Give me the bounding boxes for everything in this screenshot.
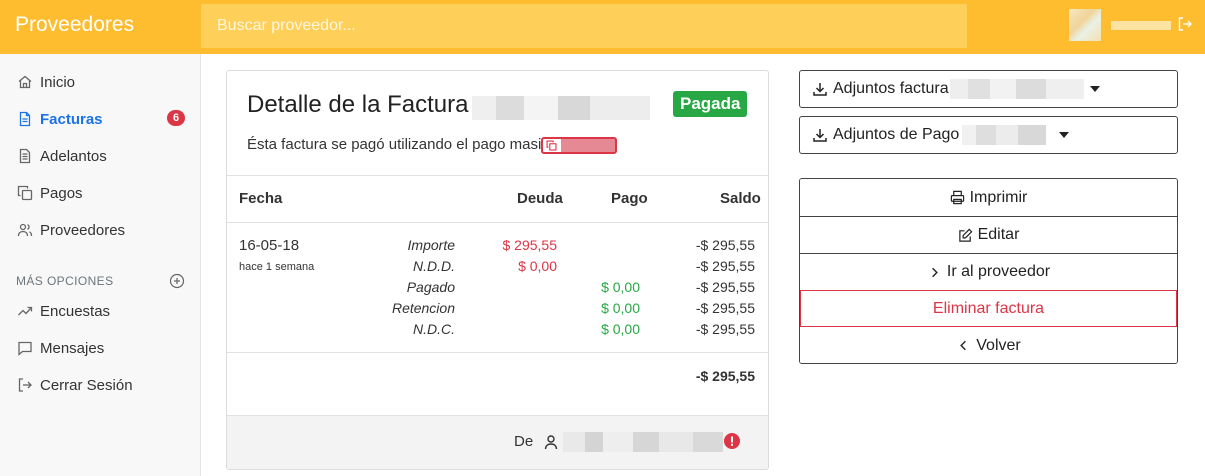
mass-payment-note: Ésta factura se pagó utilizando el pago … <box>247 136 558 153</box>
copy-icon <box>17 185 33 201</box>
row-payment: $ 0,00 <box>601 300 640 316</box>
divider <box>227 222 768 223</box>
page-title: Detalle de la Factura <box>247 91 469 118</box>
row-label: N.D.D. <box>413 258 455 274</box>
print-button[interactable]: Imprimir <box>800 179 1177 216</box>
download-icon <box>813 83 827 96</box>
row-label: Importe <box>407 237 455 253</box>
column-header-payment: Pago <box>611 190 648 207</box>
top-bar: Proveedores <box>0 0 1205 54</box>
button-label: Eliminar factura <box>932 299 1045 317</box>
delete-invoice-button[interactable]: Eliminar factura <box>800 290 1177 327</box>
chevron-right-icon <box>932 267 938 277</box>
payment-attachments-dropdown[interactable]: Adjuntos de Pago <box>799 116 1178 154</box>
logout-icon <box>18 378 32 392</box>
button-label: Ir al proveedor <box>946 263 1051 280</box>
printer-icon <box>950 190 964 205</box>
total-balance: -$ 295,55 <box>695 368 755 384</box>
author-name-redacted <box>563 432 723 452</box>
user-menu[interactable] <box>1069 9 1195 41</box>
chevron-down-icon <box>1059 132 1070 138</box>
row-balance: -$ 295,55 <box>695 279 755 295</box>
sidebar-item-label: Pagos <box>40 184 83 202</box>
dropdown-label: Adjuntos factura <box>833 80 949 97</box>
sidebar-item-encuestas[interactable]: Encuestas <box>0 293 200 329</box>
row-debt: $ 0,00 <box>518 258 557 274</box>
divider <box>227 175 768 176</box>
sidebar-item-label: Inicio <box>40 73 76 91</box>
message-icon <box>18 341 32 356</box>
button-label: Editar <box>977 226 1020 243</box>
row-label: N.D.C. <box>413 321 455 337</box>
trending-icon <box>18 306 33 316</box>
invoice-ref-redacted <box>949 79 1084 99</box>
sidebar-item-label: Proveedores <box>40 221 126 239</box>
action-list: Imprimir Editar Ir al proveedor Eliminar… <box>799 178 1178 364</box>
row-debt: $ 295,55 <box>502 237 558 253</box>
sidebar-item-pagos[interactable]: Pagos <box>0 175 200 211</box>
back-button[interactable]: Volver <box>800 327 1177 363</box>
invoice-footer: De <box>227 415 768 469</box>
payment-ref-redacted <box>962 125 1047 145</box>
sidebar-item-label: Cerrar Sesión <box>40 376 133 394</box>
user-name-redacted <box>1111 21 1171 30</box>
avatar[interactable] <box>1069 9 1101 41</box>
file-icon <box>19 111 31 127</box>
button-label: Volver <box>976 336 1021 354</box>
sidebar-item-adelantos[interactable]: Adelantos <box>0 138 200 174</box>
column-header-balance: Saldo <box>720 190 761 207</box>
edit-icon <box>958 228 973 242</box>
column-header-debt: Deuda <box>517 190 563 207</box>
row-balance: -$ 295,55 <box>695 321 755 337</box>
download-icon <box>813 129 827 142</box>
row-payment: $ 0,00 <box>601 279 640 295</box>
dropdown-label: Adjuntos de Pago <box>833 126 960 143</box>
user-icon <box>544 435 558 450</box>
invoice-attachments-dropdown[interactable]: Adjuntos factura <box>799 70 1178 108</box>
column-header-date: Fecha <box>239 190 283 207</box>
edit-button[interactable]: Editar <box>800 216 1177 253</box>
row-label: Pagado <box>406 279 455 295</box>
row-balance: -$ 295,55 <box>695 258 755 274</box>
sidebar-item-proveedores[interactable]: Proveedores <box>0 212 200 248</box>
go-to-supplier-button[interactable]: Ir al proveedor <box>800 253 1177 290</box>
from-label: De <box>514 433 534 450</box>
search-input[interactable] <box>201 4 967 48</box>
sidebar-item-mensajes[interactable]: Mensajes <box>0 330 200 366</box>
button-label: Imprimir <box>969 188 1028 206</box>
chevron-left-icon <box>960 340 967 351</box>
status-badge: Pagada <box>673 91 748 117</box>
users-icon <box>17 223 33 237</box>
copy-icon <box>546 140 557 151</box>
document-icon <box>19 148 31 164</box>
sidebar: Inicio Facturas 6 Adelantos Pagos Provee… <box>0 54 201 476</box>
app-brand[interactable]: Proveedores <box>15 13 134 37</box>
sidebar-item-facturas[interactable]: Facturas 6 <box>0 101 200 137</box>
sidebar-item-label: Mensajes <box>40 339 105 357</box>
sidebar-item-cerrar-sesion[interactable]: Cerrar Sesión <box>0 367 200 403</box>
logout-icon[interactable] <box>1177 16 1193 32</box>
sidebar-item-label: Encuestas <box>40 302 111 320</box>
row-balance: -$ 295,55 <box>695 300 755 316</box>
invoice-date: 16-05-18 <box>239 237 300 254</box>
count-badge: 6 <box>167 110 185 126</box>
divider <box>227 352 768 353</box>
invoice-number-redacted <box>472 96 650 120</box>
sidebar-item-label: Adelantos <box>40 147 107 165</box>
invoice-date-relative: hace 1 semana <box>239 261 315 273</box>
row-balance: -$ 295,55 <box>695 237 755 253</box>
invoice-card: Detalle de la Factura Pagada Ésta factur… <box>226 70 769 470</box>
alert-icon[interactable] <box>724 433 740 449</box>
mass-payment-link[interactable] <box>541 137 617 154</box>
chevron-down-icon <box>1089 86 1100 92</box>
sidebar-item-inicio[interactable]: Inicio <box>0 64 200 100</box>
row-payment: $ 0,00 <box>601 321 640 337</box>
row-label: Retencion <box>391 300 455 316</box>
plus-circle-icon[interactable] <box>169 273 185 289</box>
section-title: MÁS OPCIONES <box>16 274 114 288</box>
home-icon <box>18 75 32 89</box>
sidebar-item-label: Facturas <box>40 110 103 128</box>
